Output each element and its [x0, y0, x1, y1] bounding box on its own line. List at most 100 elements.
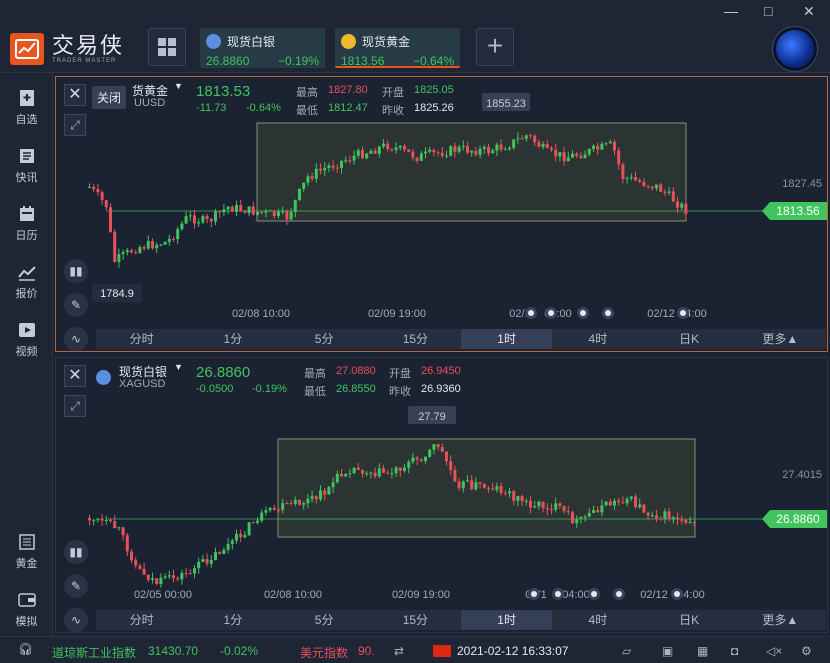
tab-gold[interactable]: 现货黄金 1813.56 −0.64%	[335, 28, 460, 68]
tf-7[interactable]: 日K	[644, 329, 735, 349]
grid-view-icon[interactable]: ▦	[697, 644, 708, 658]
sidebar-item-simulate[interactable]: 模拟	[0, 591, 53, 629]
layout-grid-button[interactable]	[148, 28, 186, 66]
candle-body	[361, 469, 364, 474]
tab-gold-name: 现货黄金	[362, 35, 411, 49]
gold-chart[interactable]: 1855.23 1784.9 1827.45 1813.56 02/08 10:00 02…	[56, 77, 827, 351]
candle-body	[377, 468, 381, 477]
tf-3[interactable]: 5分	[279, 610, 370, 630]
sidebar-item-watchlist[interactable]: 自选	[0, 89, 53, 127]
candle-body	[386, 472, 390, 474]
tf-3[interactable]: 5分	[279, 329, 370, 349]
candle-body	[205, 559, 209, 564]
expand-icon[interactable]: ⤢	[64, 114, 86, 136]
sidebar-item-calendar[interactable]: 日历	[0, 205, 53, 243]
candle-body	[617, 150, 621, 165]
tf-more[interactable]: 更多▲	[735, 329, 826, 349]
candle-body	[193, 568, 196, 574]
tf-1[interactable]: 分时	[96, 329, 187, 349]
close-panel-button[interactable]: ✕	[64, 84, 86, 106]
tf-7[interactable]: 日K	[644, 610, 735, 630]
tf-4[interactable]: 15分	[370, 610, 461, 630]
peak-label: 27.79	[418, 411, 446, 423]
tf-1[interactable]: 分时	[96, 610, 187, 630]
headset-icon[interactable]: 🎧︎	[18, 642, 33, 656]
globe-icon[interactable]	[776, 30, 814, 68]
candle-body	[541, 501, 545, 508]
candle-body	[415, 157, 419, 161]
candle-body	[277, 509, 280, 511]
candle-body	[369, 150, 373, 154]
candle-body	[268, 210, 272, 212]
candle-body	[306, 176, 310, 183]
chart-tools: ▮▮ ✎ ∿	[64, 259, 88, 361]
close-panel-button[interactable]: ✕	[64, 365, 86, 387]
candle-body	[562, 152, 566, 162]
pencil-icon[interactable]: ✎	[64, 293, 88, 317]
tf-6[interactable]: 4时	[552, 329, 643, 349]
silver-chart[interactable]: 27.79 27.4015 26.8860 02/05 00:00 02/08 10:0…	[56, 358, 827, 632]
price-change: -0.0500	[196, 383, 234, 395]
candle-body	[613, 141, 616, 151]
date-axis-label: 02/08 10:00	[232, 308, 290, 320]
layout-icon[interactable]: ▱	[622, 644, 631, 658]
candle-body	[138, 565, 142, 569]
candle-type-icon[interactable]: ▮▮	[64, 259, 88, 283]
candle-body	[298, 188, 301, 200]
candle-body	[684, 203, 688, 214]
tf-6[interactable]: 4时	[552, 610, 643, 630]
tf-more[interactable]: 更多▲	[735, 610, 826, 630]
tab-silver[interactable]: 现货白银 26.8860 −0.19%	[200, 28, 325, 68]
index2-name[interactable]: 美元指数	[300, 644, 348, 661]
low-value: 26.8550	[336, 383, 376, 395]
app-window: 交易侠 TRADER MASTER 现货白银 26.8860 −0.19% 现货黄…	[0, 0, 830, 663]
candle-body	[453, 469, 457, 482]
candle-body	[159, 577, 163, 584]
sidebar-item-news[interactable]: 快讯	[0, 147, 53, 185]
camera-icon[interactable]: ◘	[731, 644, 738, 658]
candle-body	[243, 210, 247, 214]
sidebar-item-gold[interactable]: 黄金	[0, 533, 53, 571]
open-value: 1825.05	[414, 84, 454, 96]
candle-body	[646, 185, 650, 187]
candle-body	[163, 241, 167, 245]
close-window-button[interactable]: ✕	[803, 3, 815, 20]
chevron-down-icon[interactable]: ▼	[174, 81, 183, 91]
expand-icon[interactable]: ⤢	[64, 395, 86, 417]
candle-body	[163, 576, 167, 578]
status-bar: 🎧︎ 道琼斯工业指数 31430.70 -0.02% 美元指数 90. ⇄ 20…	[0, 636, 830, 663]
tf-5[interactable]: 1时	[461, 329, 553, 349]
tf-5[interactable]: 1时	[461, 610, 553, 630]
sidebar-item-video[interactable]: 视频	[0, 321, 53, 359]
tf-4[interactable]: 15分	[370, 329, 461, 349]
indicator-icon[interactable]: ∿	[64, 608, 88, 632]
silver-coin-icon	[96, 370, 111, 385]
sidebar-item-quotes[interactable]: 报价	[0, 263, 53, 301]
candle-body	[487, 147, 490, 154]
translate-icon[interactable]: ⇄	[394, 644, 404, 658]
maximize-button[interactable]: □	[764, 3, 772, 19]
settings-icon[interactable]: ⚙	[801, 644, 812, 658]
candle-body	[642, 504, 646, 513]
index1-name[interactable]: 道琼斯工业指数	[52, 644, 136, 661]
tf-2[interactable]: 1分	[187, 610, 278, 630]
pencil-icon[interactable]: ✎	[64, 574, 88, 598]
tab-gold-price: 1813.56	[341, 54, 385, 68]
candle-body	[436, 152, 440, 154]
candle-body	[650, 186, 654, 189]
candle-body	[134, 560, 138, 566]
candle-body	[529, 135, 532, 137]
candle-body	[298, 499, 301, 505]
symbol-code: XAGUSD	[119, 378, 166, 390]
candle-body	[587, 148, 591, 155]
tf-2[interactable]: 1分	[187, 329, 278, 349]
add-tab-button[interactable]: +	[476, 28, 514, 66]
candle-body	[495, 486, 499, 490]
chevron-down-icon[interactable]: ▼	[174, 362, 183, 372]
candle-body	[209, 559, 213, 564]
indicator-icon[interactable]: ∿	[64, 327, 88, 351]
minimize-button[interactable]: —	[724, 3, 738, 19]
mute-icon[interactable]: ◁×	[766, 644, 782, 658]
candle-type-icon[interactable]: ▮▮	[64, 540, 88, 564]
window-icon[interactable]: ▣	[662, 644, 673, 658]
